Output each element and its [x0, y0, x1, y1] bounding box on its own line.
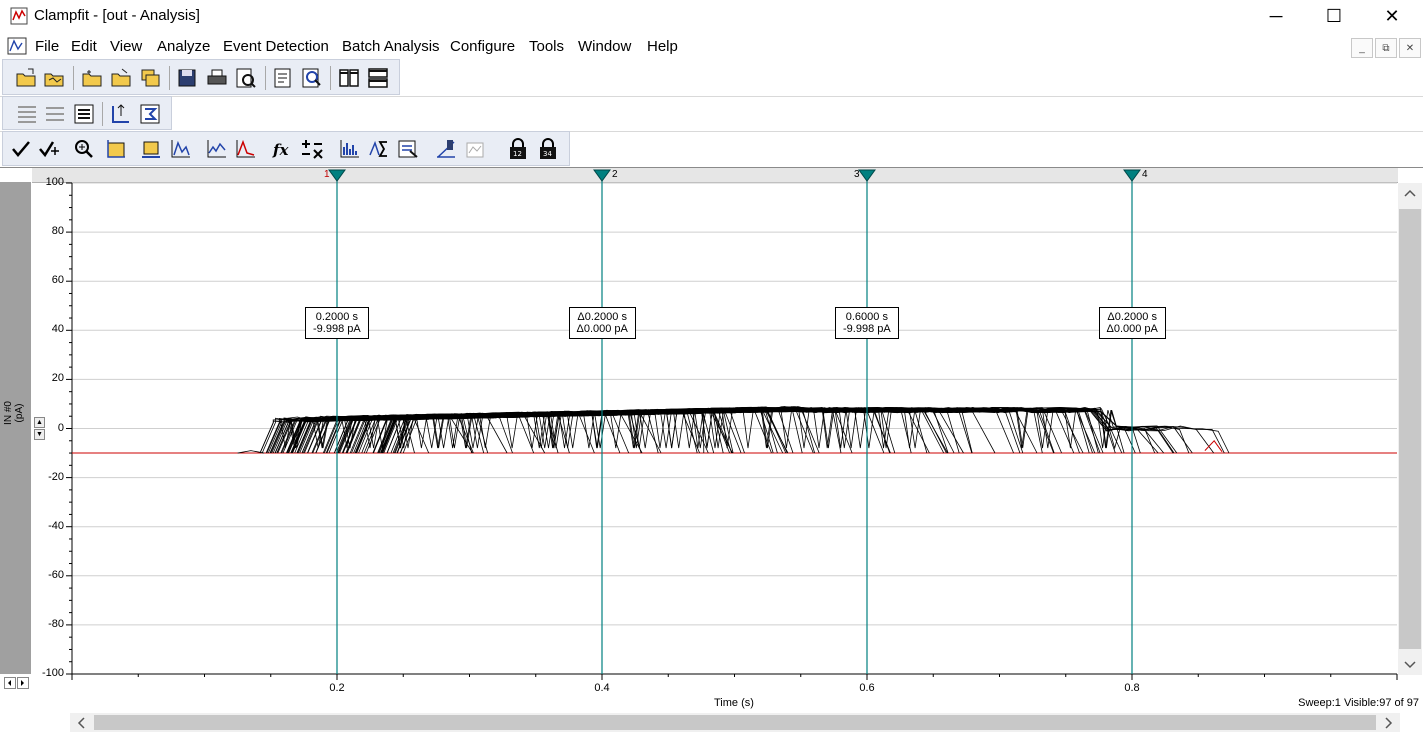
- cursor-readout-value: -9.998 pA: [313, 323, 361, 335]
- cursor-handle: [328, 169, 346, 182]
- sweep-status: Sweep:1 Visible:97 of 97: [1298, 697, 1419, 709]
- cursor-handle: [593, 169, 611, 182]
- cursor-readout-box[interactable]: Δ0.2000 s Δ0.000 pA: [1098, 307, 1166, 339]
- cursor-number[interactable]: 3: [854, 169, 860, 180]
- horizontal-scrollbar[interactable]: [70, 713, 1400, 732]
- vertical-scrollbar-graphics[interactable]: [1398, 183, 1422, 675]
- vertical-scroll-thumb: [1399, 209, 1421, 649]
- cursor-readout-value: -9.998 pA: [843, 323, 891, 335]
- vertical-scrollbar[interactable]: [1398, 183, 1422, 675]
- cursor-handle: [1123, 169, 1141, 182]
- horizontal-scrollbar-graphics[interactable]: [70, 713, 1400, 732]
- step-left-right-icon[interactable]: [4, 677, 30, 689]
- cursor-number[interactable]: 2: [612, 169, 618, 180]
- cursor-readout-value: Δ0.000 pA: [1106, 323, 1158, 335]
- scroll-up-icon: [1404, 189, 1416, 197]
- cursor-readout-box[interactable]: Δ0.2000 s Δ0.000 pA: [568, 307, 636, 339]
- x-axis-label: Time (s): [714, 697, 754, 709]
- scroll-right-icon: [1385, 717, 1393, 729]
- cursor-readout-time: 0.2000 s: [315, 311, 358, 323]
- horizontal-scroll-thumb: [94, 715, 1376, 730]
- cursor-readout-box[interactable]: 0.2000 s -9.998 pA: [305, 307, 369, 339]
- trace-plot[interactable]: [0, 0, 1425, 733]
- scroll-down-icon: [1404, 661, 1416, 669]
- cursor-readout-time: Δ0.2000 s: [1107, 311, 1157, 323]
- cursor-handle: [858, 169, 876, 182]
- cursor-readout-time: 0.6000 s: [845, 311, 888, 323]
- cursor-readout-box[interactable]: 0.6000 s -9.998 pA: [835, 307, 899, 339]
- cursor-readout-value: Δ0.000 pA: [576, 323, 628, 335]
- scroll-left-icon: [77, 717, 85, 729]
- x-scroll-step-buttons[interactable]: [4, 677, 30, 689]
- cursor-number[interactable]: 1: [324, 169, 330, 180]
- cursor-number[interactable]: 4: [1142, 169, 1148, 180]
- cursor-readout-time: Δ0.2000 s: [577, 311, 627, 323]
